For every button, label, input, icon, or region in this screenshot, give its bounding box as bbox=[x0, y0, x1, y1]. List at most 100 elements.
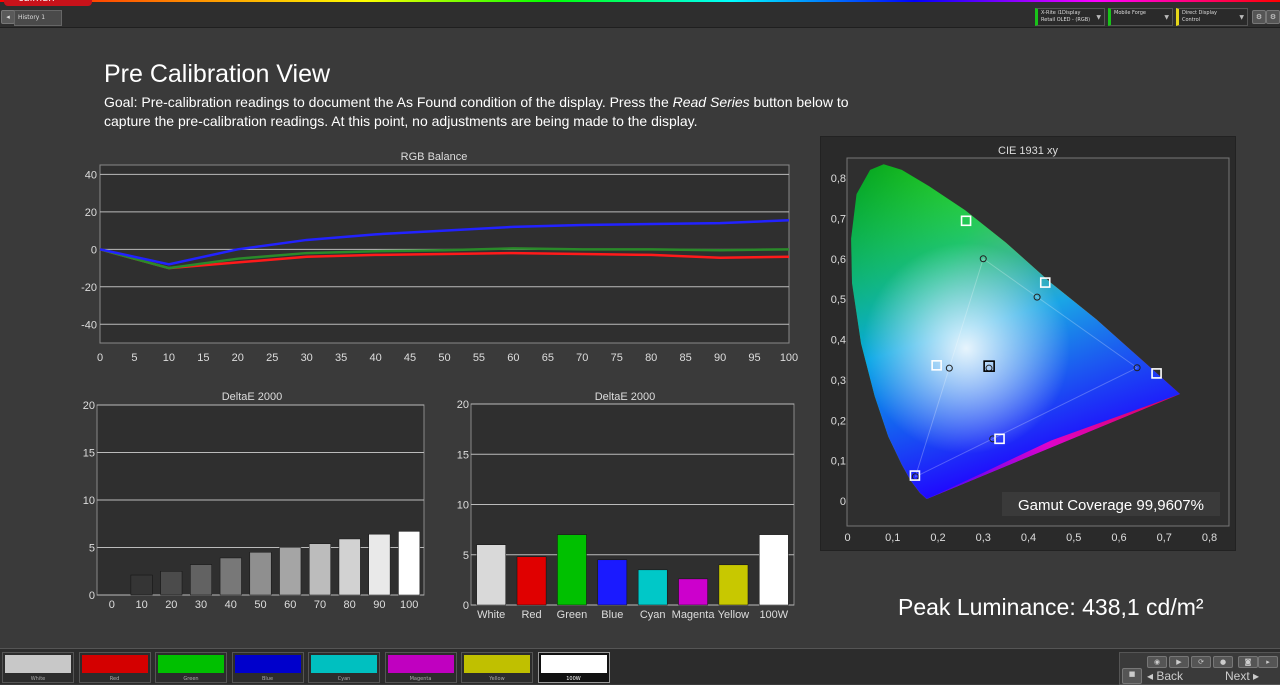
deltae-gray-bar bbox=[398, 531, 421, 596]
cie-y-tick: 0,4 bbox=[831, 335, 846, 347]
rgb-x-tick: 0 bbox=[97, 352, 103, 364]
swatch-100w[interactable]: 100W bbox=[537, 652, 610, 683]
rgb-y-tick: 20 bbox=[85, 207, 97, 219]
swatch-color bbox=[540, 655, 607, 673]
record-icon[interactable]: ● bbox=[1213, 656, 1233, 668]
deltae-gray-x-tick: 0 bbox=[109, 599, 115, 611]
tab-label: History 1 bbox=[18, 14, 46, 21]
swatch-magenta[interactable]: Magenta bbox=[384, 652, 457, 683]
deltae-gray-x-tick: 50 bbox=[254, 599, 266, 611]
settings-icon[interactable]: ⚙ bbox=[1252, 10, 1266, 24]
deltae-gray-title: DeltaE 2000 bbox=[222, 391, 283, 403]
swatch-color bbox=[234, 655, 301, 673]
deltae-color-bar bbox=[557, 534, 587, 606]
cie-x-tick: 0,6 bbox=[1111, 532, 1126, 544]
rgb-y-tick: 40 bbox=[85, 169, 97, 181]
swatch-red[interactable]: Red bbox=[78, 652, 151, 683]
deltae-gray-bar bbox=[190, 564, 212, 596]
rgb-x-tick: 10 bbox=[163, 352, 175, 364]
repeat-icon[interactable]: ⟳ bbox=[1191, 656, 1211, 668]
deltae-color-x-tick: Blue bbox=[601, 609, 623, 621]
cie-chart: CIE 1931 xy 0 0,1 0,2 0,3 0,4 0,5 0,6 0,7 0,8 0 0… bbox=[820, 136, 1236, 551]
cie-y-tick: 0,2 bbox=[831, 415, 846, 427]
back-label: Back bbox=[1156, 669, 1184, 683]
deltae-color-bar bbox=[759, 534, 789, 606]
history-back-icon[interactable]: ◂ bbox=[1, 10, 15, 24]
back-button[interactable]: ◂ Back bbox=[1147, 669, 1183, 683]
cie-y-tick: 0,6 bbox=[831, 254, 846, 266]
rgb-x-tick: 55 bbox=[473, 352, 485, 364]
rgb-x-tick: 70 bbox=[576, 352, 588, 364]
goal-text: Goal: Pre-calibration readings to docume… bbox=[104, 93, 864, 131]
deltae-color-bar bbox=[516, 556, 547, 606]
cie-y-tick: 0,7 bbox=[831, 213, 846, 225]
swatch-blue[interactable]: Blue bbox=[231, 652, 304, 683]
rgb-chart-title: RGB Balance bbox=[401, 151, 468, 163]
deltae-color-y-tick: 20 bbox=[457, 399, 469, 411]
cie-x-tick: 0,4 bbox=[1021, 532, 1036, 544]
options-icon[interactable]: ⚙ bbox=[1266, 10, 1280, 24]
stop-icon[interactable]: ■ bbox=[1122, 668, 1142, 684]
rgb-x-tick: 65 bbox=[542, 352, 554, 364]
rgb-x-tick: 75 bbox=[611, 352, 623, 364]
display-label: Direct Display Control bbox=[1182, 10, 1217, 23]
deltae-gray-y-tick: 10 bbox=[83, 495, 95, 507]
calman-logo[interactable]: calman bbox=[4, 0, 92, 6]
deltae-color-x-tick: 100W bbox=[759, 609, 788, 621]
rgb-x-tick: 45 bbox=[404, 352, 416, 364]
deltae-color-chart: DeltaE 2000 20 15 10 5 0 White Red Green Blue Cy… bbox=[457, 391, 795, 621]
deltae-gray-y-tick: 5 bbox=[89, 543, 95, 555]
rgb-x-tick: 100 bbox=[780, 352, 798, 364]
swatch-label: Yellow bbox=[489, 676, 505, 682]
chevron-down-icon: ▼ bbox=[1164, 14, 1169, 21]
deltae-gray-bar bbox=[309, 543, 331, 596]
cie-y-tick: 0,1 bbox=[831, 456, 846, 468]
deltae-color-x-tick: Red bbox=[521, 609, 541, 621]
goal-part1: Goal: Pre-calibration readings to docume… bbox=[104, 94, 673, 110]
deltae-color-x-tick: White bbox=[477, 609, 505, 621]
source-label: Mobile Forge bbox=[1114, 10, 1146, 16]
swatch-white[interactable]: White bbox=[2, 652, 74, 683]
camera-icon[interactable]: ◙ bbox=[1238, 656, 1258, 668]
deltae-gray-x-tick: 80 bbox=[344, 599, 356, 611]
deltae-color-bar bbox=[597, 559, 628, 606]
rgb-x-tick: 60 bbox=[507, 352, 519, 364]
deltae-gray-bar bbox=[219, 557, 242, 596]
swatch-cyan[interactable]: Cyan bbox=[308, 652, 380, 683]
gamut-coverage-label: Gamut Coverage 99,9607% bbox=[1018, 497, 1204, 514]
deltae-color-bar bbox=[718, 564, 749, 606]
read-icon[interactable]: ◉ bbox=[1147, 656, 1167, 668]
deltae-gray-y-tick: 15 bbox=[83, 448, 95, 460]
swatch-yellow[interactable]: Yellow bbox=[461, 652, 533, 683]
rgb-x-tick: 25 bbox=[266, 352, 278, 364]
deltae-color-x-tick: Magenta bbox=[672, 609, 716, 621]
rgb-x-tick: 15 bbox=[197, 352, 209, 364]
swatch-green[interactable]: Green bbox=[155, 652, 227, 683]
chevron-down-icon: ▼ bbox=[1096, 14, 1101, 21]
rgb-x-tick: 30 bbox=[301, 352, 313, 364]
cie-y-tick: 0,8 bbox=[831, 173, 846, 185]
rgb-balance-chart: RGB Balance 40 20 0 -20 -40 0 5 10 15 20 25 30 35 40… bbox=[81, 151, 798, 364]
rgb-x-tick: 40 bbox=[369, 352, 381, 364]
deltae-gray-bar bbox=[160, 571, 183, 596]
display-selector[interactable]: Direct Display Control ▼ bbox=[1176, 8, 1248, 26]
rgb-x-tick: 5 bbox=[131, 352, 137, 364]
rgb-y-tick: 0 bbox=[91, 244, 97, 256]
tab-history-1[interactable]: History 1 bbox=[14, 10, 63, 26]
play-icon[interactable]: ▶ bbox=[1169, 656, 1189, 668]
bottom-bar: White Red Green Blue Cyan Magenta Yellow 100W ■… bbox=[0, 648, 1280, 685]
deltae-gray-bar bbox=[249, 552, 272, 596]
cie-title: CIE 1931 xy bbox=[998, 145, 1058, 157]
peak-luminance: Peak Luminance: 438,1 cd/m² bbox=[898, 594, 1204, 620]
deltae-color-x-tick: Yellow bbox=[718, 609, 749, 621]
deltae-gray-x-tick: 90 bbox=[373, 599, 385, 611]
rgb-x-tick: 95 bbox=[748, 352, 760, 364]
meter-selector[interactable]: X-Rite i1Display Retail OLED - (RGB) ▼ bbox=[1035, 8, 1105, 26]
deltae-color-y-tick: 0 bbox=[463, 600, 469, 612]
next-button[interactable]: Next ▸ bbox=[1225, 669, 1259, 683]
deltae-gray-x-tick: 40 bbox=[225, 599, 237, 611]
swatch-color bbox=[158, 655, 224, 673]
swatch-label: Red bbox=[109, 676, 120, 682]
step-icon[interactable]: ▸ bbox=[1258, 656, 1278, 668]
source-selector[interactable]: Mobile Forge ▼ bbox=[1108, 8, 1173, 26]
